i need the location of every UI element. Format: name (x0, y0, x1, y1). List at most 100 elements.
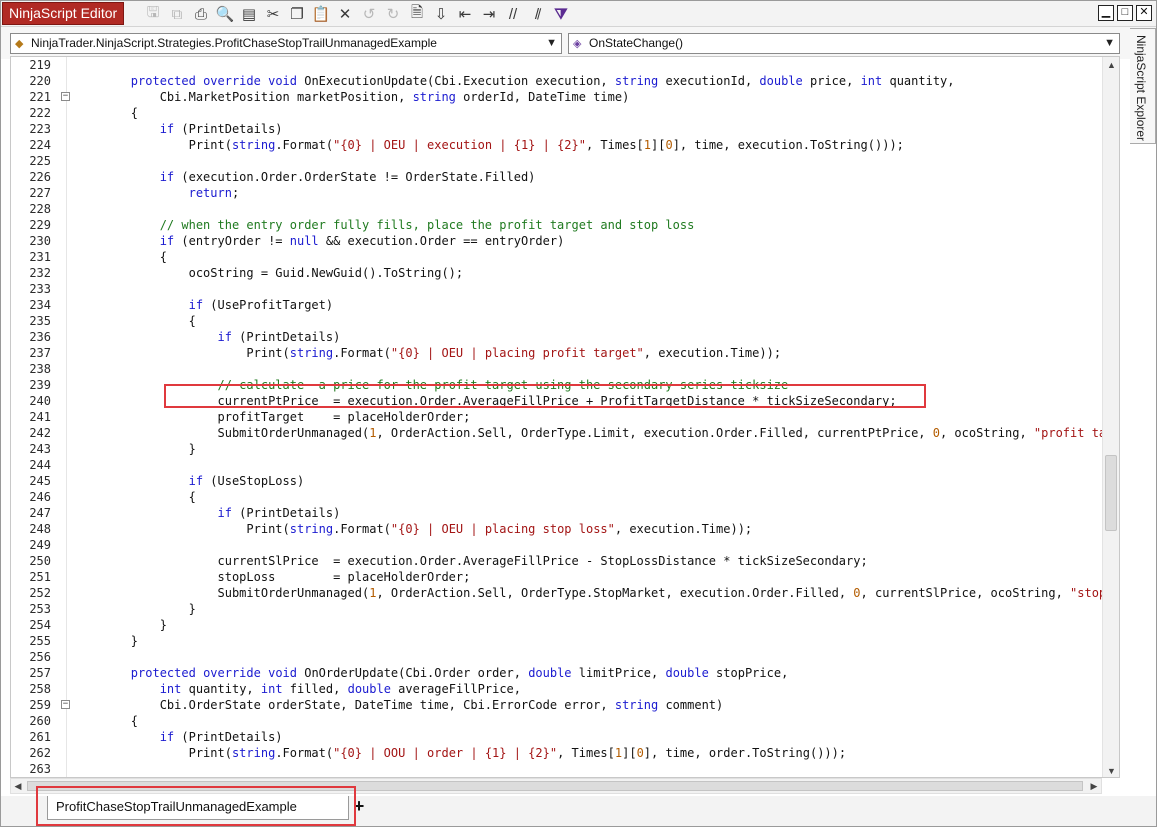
line-number: 259 (29, 698, 51, 712)
line-number: 240 (29, 394, 51, 408)
code-line[interactable]: 222 { (11, 105, 1103, 121)
code-line[interactable]: 246 { (11, 489, 1103, 505)
document-tab[interactable]: ProfitChaseStopTrailUnmanagedExample (47, 796, 349, 820)
code-line[interactable]: 234 if (UseProfitTarget) (11, 297, 1103, 313)
code-line[interactable]: 235 { (11, 313, 1103, 329)
code-line[interactable]: 242 SubmitOrderUnmanaged(1, OrderAction.… (11, 425, 1119, 441)
code-line[interactable]: 224 Print(string.Format("{0} | OEU | exe… (11, 137, 1103, 153)
app-title[interactable]: NinjaScript Editor (2, 2, 125, 25)
line-number: 223 (29, 122, 51, 136)
code-line[interactable]: 248 Print(string.Format("{0} | OEU | pla… (11, 521, 1103, 537)
code-text: { (73, 314, 196, 328)
delete-icon[interactable]: ✕ (333, 3, 357, 25)
code-line[interactable]: 220 protected override void OnExecutionU… (11, 73, 1103, 89)
line-number: 247 (29, 506, 51, 520)
copy-icon[interactable]: ❐ (285, 3, 309, 25)
code-line[interactable]: 245 if (UseStopLoss) (11, 473, 1103, 489)
code-text: protected override void OnOrderUpdate(Cb… (130, 666, 789, 680)
uncomment-icon[interactable]: /̸ (525, 3, 549, 25)
indent-icon[interactable]: ⇥ (477, 3, 501, 25)
code-line[interactable]: 227 return; (11, 185, 1103, 201)
add-tab-button[interactable]: + (352, 797, 366, 816)
code-line[interactable]: 254 } (11, 617, 1103, 633)
properties-icon[interactable]: ▤ (237, 3, 261, 25)
save-all-icon[interactable]: ⧉ (165, 3, 189, 25)
code-line[interactable]: 263 (11, 761, 1103, 777)
code-line[interactable]: 228 (11, 201, 1103, 217)
code-line[interactable]: 261 if (PrintDetails) (11, 729, 1103, 745)
code-line[interactable]: 240 currentPtPrice = execution.Order.Ave… (11, 393, 1103, 409)
scroll-down-icon[interactable]: ▼ (1103, 763, 1119, 777)
outdent-icon[interactable]: ⇤ (453, 3, 477, 25)
code-line[interactable]: 237 Print(string.Format("{0} | OEU | pla… (11, 345, 1103, 361)
code-line[interactable]: 239 // calculate a price for the profit … (11, 377, 1103, 393)
line-number: 251 (29, 570, 51, 584)
code-line[interactable]: 262 Print(string.Format("{0} | OOU | ord… (11, 745, 1103, 761)
code-line[interactable]: 244 (11, 457, 1103, 473)
code-line[interactable]: 238 (11, 361, 1103, 377)
chevron-down-icon[interactable]: ▼ (1104, 34, 1115, 53)
code-line[interactable]: 229 // when the entry order fully fills,… (11, 217, 1103, 233)
line-number: 235 (29, 314, 51, 328)
code-line[interactable]: 230 if (entryOrder != null && execution.… (11, 233, 1103, 249)
code-text: if (PrintDetails) (217, 506, 341, 520)
code-line[interactable]: 258 int quantity, int filled, double ave… (11, 681, 1103, 697)
class-selector[interactable]: ◆ NinjaTrader.NinjaScript.Strategies.Prof… (10, 33, 562, 54)
member-selector[interactable]: ◈ OnStateChange() ▼ (568, 33, 1120, 54)
vertical-scroll-thumb[interactable] (1105, 455, 1117, 531)
code-line[interactable]: 249 (11, 537, 1103, 553)
code-line[interactable]: 233 (11, 281, 1103, 297)
ninjascript-explorer-tab[interactable]: NinjaScript Explorer (1130, 28, 1156, 144)
find-icon[interactable]: 🗎 (405, 3, 429, 25)
maximize-icon[interactable]: □ (1117, 5, 1133, 21)
code-line[interactable]: 259 − Cbi.OrderState orderState, DateTime… (11, 697, 1103, 713)
minimize-icon[interactable]: ▁ (1098, 5, 1114, 21)
new-file-icon[interactable]: 🖫 (141, 3, 165, 25)
cut-icon[interactable]: ✂ (261, 3, 285, 25)
code-line[interactable]: 255 } (11, 633, 1103, 649)
scroll-right-icon[interactable]: ▶ (1087, 778, 1101, 794)
horizontal-scroll-thumb[interactable] (27, 781, 1083, 791)
paste-icon[interactable]: 📋 (309, 3, 333, 25)
vertical-scrollbar[interactable]: ▲ ▼ (1102, 57, 1119, 777)
code-line[interactable]: 253 } (11, 601, 1103, 617)
close-icon[interactable]: ✕ (1136, 5, 1152, 21)
code-line[interactable]: 241 profitTarget = placeHolderOrder; (11, 409, 1103, 425)
code-line[interactable]: 256 (11, 649, 1103, 665)
code-line[interactable]: 232 ocoString = Guid.NewGuid().ToString(… (11, 265, 1103, 281)
line-number: 222 (29, 106, 51, 120)
horizontal-scrollbar[interactable]: ◀ ▶ (10, 778, 1102, 794)
code-line[interactable]: 231 { (11, 249, 1103, 265)
code-text: ocoString = Guid.NewGuid().ToString(); (73, 266, 464, 280)
visual-studio-icon[interactable]: ⧩ (549, 3, 573, 25)
undo-icon[interactable]: ↺ (357, 3, 381, 25)
code-line[interactable]: 252 SubmitOrderUnmanaged(1, OrderAction.… (11, 585, 1119, 601)
code-line[interactable]: 221 − Cbi.MarketPosition marketPosition, … (11, 89, 1103, 105)
chevron-down-icon[interactable]: ▼ (546, 34, 557, 53)
scroll-up-icon[interactable]: ▲ (1103, 57, 1119, 73)
code-line[interactable]: 247 if (PrintDetails) (11, 505, 1103, 521)
code-text: // calculate a price for the profit targ… (217, 378, 789, 392)
code-line[interactable]: 257 protected override void OnOrderUpdat… (11, 665, 1103, 681)
code-line[interactable]: 250 currentSlPrice = execution.Order.Ave… (11, 553, 1103, 569)
code-line[interactable]: 243 } (11, 441, 1103, 457)
code-line[interactable]: 219 (11, 57, 1103, 73)
code-line[interactable]: 251 stopLoss = placeHolderOrder; (11, 569, 1103, 585)
code-line[interactable]: 260 { (11, 713, 1103, 729)
collapse-icon[interactable]: − (61, 700, 70, 709)
compile-icon[interactable]: ⇩ (429, 3, 453, 25)
ninjascript-editor-window: NinjaScript Editor 🖫 ⧉ ⎙ 🔍 ▤ ✂ ❐ 📋 ✕ ↺ ↻ 🗎 ⇩ ⇤ ⇥///̸ ⧩ … (0, 0, 1157, 827)
collapse-icon[interactable]: − (61, 92, 70, 101)
print-preview-icon[interactable]: 🔍 (213, 3, 237, 25)
code-line[interactable]: 226 if (execution.Order.OrderState != Or… (11, 169, 1103, 185)
redo-icon[interactable]: ↻ (381, 3, 405, 25)
code-line[interactable]: 225 (11, 153, 1103, 169)
print-icon[interactable]: ⎙ (189, 3, 213, 25)
code-editor[interactable]: 219 220 protected override void OnExecuti… (10, 56, 1120, 778)
code-line[interactable]: 236 if (PrintDetails) (11, 329, 1103, 345)
line-number: 252 (29, 586, 51, 600)
code-line[interactable]: 223 if (PrintDetails) (11, 121, 1103, 137)
code-text: } (73, 602, 196, 616)
comment-icon[interactable]: // (501, 3, 525, 25)
scroll-left-icon[interactable]: ◀ (11, 778, 25, 794)
